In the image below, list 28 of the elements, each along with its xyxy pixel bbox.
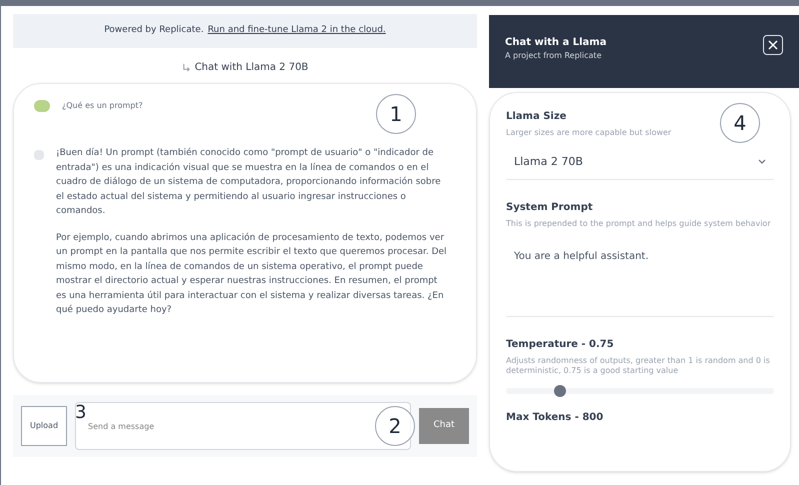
close-button[interactable]: [763, 35, 783, 55]
annotation-number: 4: [720, 103, 760, 143]
chat-icon: [182, 63, 191, 72]
slider-thumb[interactable]: [554, 384, 566, 396]
setting-hint: This is prepended to the prompt and helps guide system behavior: [506, 218, 772, 228]
setting-label: System Prompt: [506, 200, 593, 214]
setting-hint: Larger sizes are more capable but slower: [506, 128, 672, 138]
sidebar-title: Chat with a Llama: [505, 36, 606, 50]
chat-title: Chat with Llama 2 70B: [194, 61, 308, 75]
close-icon: [768, 40, 778, 50]
setting-label: Max Tokens - 800: [506, 410, 604, 424]
user-avatar-icon: [34, 100, 50, 112]
message-text: ¿Qué es un prompt?: [62, 100, 143, 112]
system-prompt-field[interactable]: You are a helpful assistant.: [506, 236, 774, 316]
annotation-number: 3: [75, 401, 86, 425]
size-select[interactable]: Llama 2 70B: [506, 146, 774, 180]
cloud-link[interactable]: Run and fine-tune Llama 2 in the cloud.: [208, 24, 386, 38]
upload-button[interactable]: Upload: [21, 406, 68, 446]
chevron-icon: [758, 159, 766, 166]
banner-text: Powered by Replicate.: [104, 24, 204, 38]
setting-label: Llama Size: [506, 110, 566, 124]
setting-label: Temperature - 0.75: [506, 338, 614, 352]
annotation-number: 1: [376, 94, 416, 134]
message-text: Por ejemplo, cuando abrimos una aplicación de procesamiento de texto, podemos ver un prompt en la pantalla que nos permite escribir el texto que queremos procesar. Del mismo modo, en la línea de comandos de un sistema operativo, el prompt puede mostrar el directorio actual y esperar nuestras instrucciones. En resumen, el prompt es una herramienta útil para interactuar con el sistema y realizar diversas tareas. ¿En qué puedo ayudarte hoy?: [56, 232, 448, 317]
sidebar-subtitle: A project from Replicate: [505, 50, 602, 62]
setting-hint: Adjusts randomness of outputs, greater than 1 is random and 0 is deterministic, 0.75 is a good starting value: [506, 356, 771, 376]
message-text: ¡Buen día! Un prompt (también conocido como "prompt de usuario" o "indicador de entrada") es una indicación visual que se muestra en la línea de comandos o en el cuadro de diálogo de un sistema de computadora, proporcionando información sobre el estado actual del sistema y permitiendo al usuario ingresar instrucciones o comandos.: [56, 146, 442, 218]
assistant-avatar-icon: [34, 150, 44, 160]
